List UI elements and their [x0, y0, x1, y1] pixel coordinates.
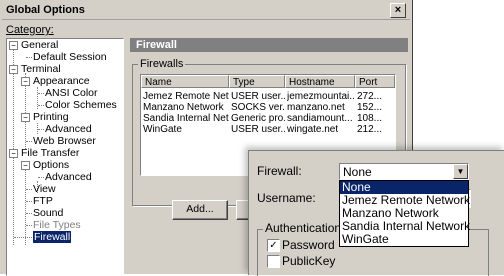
chevron-down-icon[interactable]: ▼ [453, 164, 468, 179]
tree-item-ftp[interactable]: FTP [33, 195, 53, 207]
collapse-terminal-icon[interactable]: − [9, 65, 18, 74]
zoomed-firewall-panel: Firewall: None ▼ Username: Authenticatio… [248, 150, 504, 276]
firewall-dropdown-list[interactable]: None Jemez Remote Network Manzano Networ… [339, 180, 470, 247]
tree-item-color-schemes[interactable]: Color Schemes [45, 99, 117, 111]
add-button[interactable]: Add... [172, 200, 228, 220]
column-header-port[interactable]: Port [355, 75, 395, 88]
dropdown-option-wingate[interactable]: WinGate [340, 233, 468, 246]
publickey-label: PublicKey [282, 254, 336, 268]
firewall-label: Firewall: [257, 164, 302, 178]
column-header-hostname[interactable]: Hostname [285, 75, 355, 88]
title-bar: Global Options × [2, 2, 410, 20]
tree-item-printing-advanced[interactable]: Advanced [45, 123, 92, 135]
cell-name: WinGate [143, 124, 182, 135]
collapse-file-transfer-icon[interactable]: − [9, 149, 18, 158]
username-label: Username: [257, 191, 316, 205]
tree-item-firewall[interactable]: Firewall [33, 231, 72, 243]
column-header-type[interactable]: Type [229, 75, 285, 88]
tree-item-terminal[interactable]: Terminal [21, 63, 61, 75]
tree-item-general[interactable]: General [21, 39, 58, 51]
authentication-label: Authentication [263, 221, 344, 235]
cell-port: 272... [357, 91, 383, 102]
category-label: Category: [6, 24, 54, 36]
cell-hostname: manzano.net [287, 102, 345, 113]
tree-item-sound[interactable]: Sound [33, 207, 63, 219]
cell-type: USER user... [231, 124, 285, 135]
column-header-name[interactable]: Name [141, 75, 229, 88]
tree-item-printing[interactable]: Printing [33, 111, 69, 123]
collapse-printing-icon[interactable]: − [21, 113, 30, 122]
cell-port: 108... [357, 113, 383, 124]
cell-port: 152... [357, 102, 383, 113]
password-label: Password [282, 238, 335, 252]
close-icon[interactable]: × [390, 3, 406, 18]
cell-hostname: jemezmountai... [287, 91, 355, 102]
cell-name: Manzano Network [143, 102, 224, 113]
password-checkbox[interactable]: ✓ [267, 239, 280, 252]
publickey-checkbox[interactable] [267, 255, 280, 268]
tree-item-view[interactable]: View [33, 183, 56, 195]
cell-hostname: wingate.net [287, 124, 339, 135]
firewall-select-value: None [343, 165, 372, 179]
firewalls-group-title: Firewalls [138, 58, 186, 70]
collapse-appearance-icon[interactable]: − [21, 77, 30, 86]
firewall-select[interactable]: None ▼ [339, 163, 469, 180]
collapse-general-icon[interactable]: − [9, 41, 18, 50]
cell-hostname: sandiamount... [287, 113, 353, 124]
cell-port: 212... [357, 124, 383, 135]
cell-type: Generic pro... [231, 113, 285, 124]
tree-item-file-transfer[interactable]: File Transfer [21, 147, 79, 159]
tree-item-file-types[interactable]: File Types [33, 219, 81, 231]
table-row[interactable]: Jemez Remote Netw... USER user... jemezm… [141, 91, 395, 102]
window-title: Global Options [6, 4, 85, 16]
cell-name: Sandia Internal Net... [143, 113, 229, 124]
collapse-options-icon[interactable]: − [21, 161, 30, 170]
panel-header: Firewall [130, 38, 408, 52]
cell-type: USER user... [231, 91, 285, 102]
tree-item-default-session[interactable]: Default Session [33, 51, 107, 63]
tree-item-options[interactable]: Options [33, 159, 69, 171]
table-row[interactable]: Manzano Network SOCKS ver... manzano.net… [141, 102, 395, 113]
tree-item-ansi-color[interactable]: ANSI Color [45, 87, 98, 99]
tree-item-appearance[interactable]: Appearance [33, 75, 90, 87]
category-tree[interactable]: − General Default Session − Terminal − A… [6, 38, 124, 276]
tree-item-options-advanced[interactable]: Advanced [45, 171, 92, 183]
cell-type: SOCKS ver... [231, 102, 285, 113]
table-row[interactable]: WinGate USER user... wingate.net 212... [141, 124, 395, 135]
cell-name: Jemez Remote Netw... [143, 91, 229, 102]
table-row[interactable]: Sandia Internal Net... Generic pro... sa… [141, 113, 395, 124]
tree-item-web-browser[interactable]: Web Browser [33, 135, 96, 147]
